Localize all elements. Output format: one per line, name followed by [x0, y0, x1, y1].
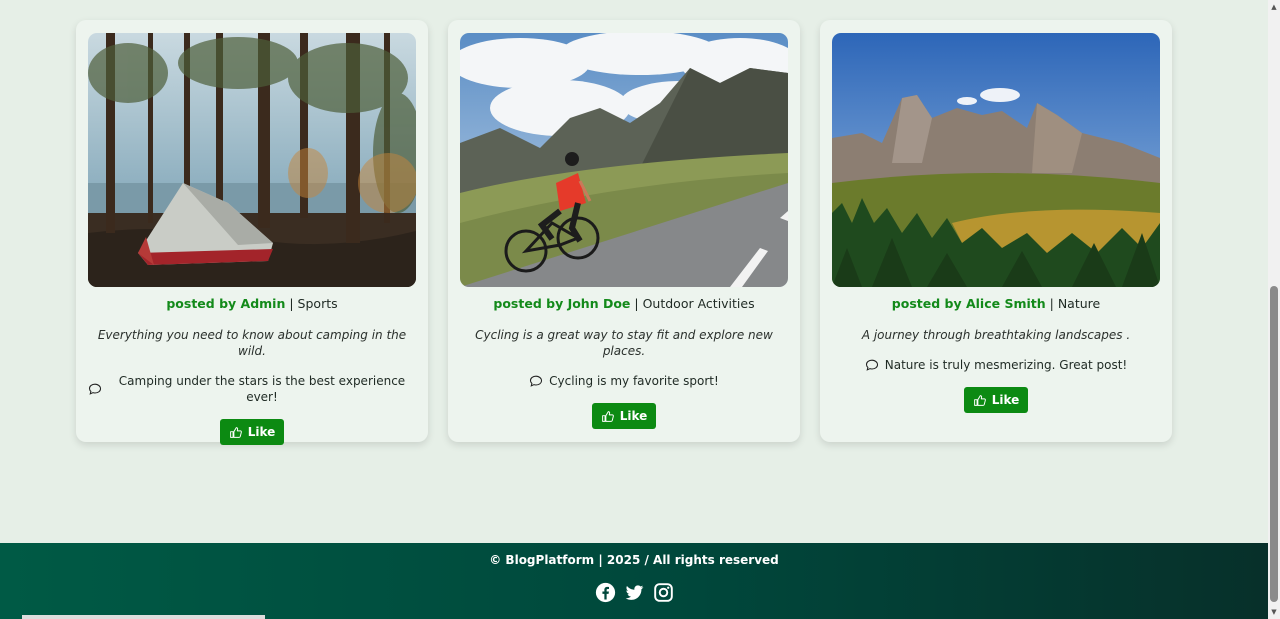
scroll-up-arrow-icon[interactable]: ▲	[1270, 3, 1278, 11]
post-card: posted by Alice Smith | Nature A journey…	[820, 20, 1172, 442]
post-meta: posted by John Doe | Outdoor Activities	[460, 296, 788, 312]
like-label: Like	[991, 393, 1020, 407]
meta-separator: |	[634, 296, 643, 311]
twitter-icon[interactable]	[624, 582, 645, 603]
post-category: Sports	[297, 296, 338, 311]
post-description: A journey through breathtaking landscape…	[861, 328, 1131, 342]
post-card: posted by John Doe | Outdoor Activities …	[448, 20, 800, 442]
post-comment: Cycling is my favorite sport!	[460, 373, 788, 389]
page: posted by Admin | Sports Everything you …	[0, 0, 1268, 619]
post-description: Everything you need to know about campin…	[97, 328, 407, 358]
like-button[interactable]: Like	[591, 403, 657, 429]
site-footer: © BlogPlatform | 2025 / All rights reser…	[0, 543, 1268, 619]
post-grid: posted by Admin | Sports Everything you …	[76, 20, 1172, 445]
dolomites-landscape-photo	[832, 33, 1160, 287]
vertical-scrollbar[interactable]: ▲ ▼	[1268, 0, 1280, 619]
thumbs-up-icon	[601, 410, 614, 423]
forest-tent-photo	[88, 33, 416, 287]
thumbs-up-icon	[229, 426, 242, 439]
meta-separator: |	[1049, 296, 1058, 311]
post-card: posted by Admin | Sports Everything you …	[76, 20, 428, 445]
thumbs-up-icon	[973, 394, 986, 407]
comment-text: Cycling is my favorite sport!	[549, 374, 719, 388]
post-author[interactable]: posted by John Doe	[493, 296, 630, 311]
chat-bubble-icon	[88, 382, 102, 396]
copyright-text: © BlogPlatform | 2025 / All rights reser…	[489, 553, 779, 567]
post-author[interactable]: posted by Alice Smith	[892, 296, 1046, 311]
instagram-icon[interactable]	[653, 582, 674, 603]
like-button[interactable]: Like	[963, 387, 1029, 413]
chat-bubble-icon	[529, 374, 543, 388]
social-links	[0, 582, 1268, 603]
post-author[interactable]: posted by Admin	[166, 296, 285, 311]
post-meta: posted by Admin | Sports	[88, 296, 416, 312]
like-button[interactable]: Like	[219, 419, 285, 445]
post-category: Outdoor Activities	[642, 296, 755, 311]
comment-text: Nature is truly mesmerizing. Great post!	[884, 358, 1128, 372]
like-label: Like	[619, 409, 648, 423]
chat-bubble-icon	[865, 358, 879, 372]
post-comment: Camping under the stars is the best expe…	[88, 373, 416, 405]
meta-separator: |	[289, 296, 298, 311]
post-description: Cycling is a great way to stay fit and e…	[475, 328, 773, 358]
post-meta: posted by Alice Smith | Nature	[832, 296, 1160, 312]
post-comment: Nature is truly mesmerizing. Great post!	[832, 357, 1160, 373]
bottom-overlay-strip	[22, 615, 265, 619]
scrollbar-thumb[interactable]	[1270, 286, 1278, 602]
comment-text: Camping under the stars is the best expe…	[118, 374, 406, 404]
facebook-icon[interactable]	[595, 582, 616, 603]
scroll-down-arrow-icon[interactable]: ▼	[1270, 608, 1278, 616]
post-category: Nature	[1057, 296, 1101, 311]
like-label: Like	[247, 425, 276, 439]
mountain-cyclist-photo	[460, 33, 788, 287]
